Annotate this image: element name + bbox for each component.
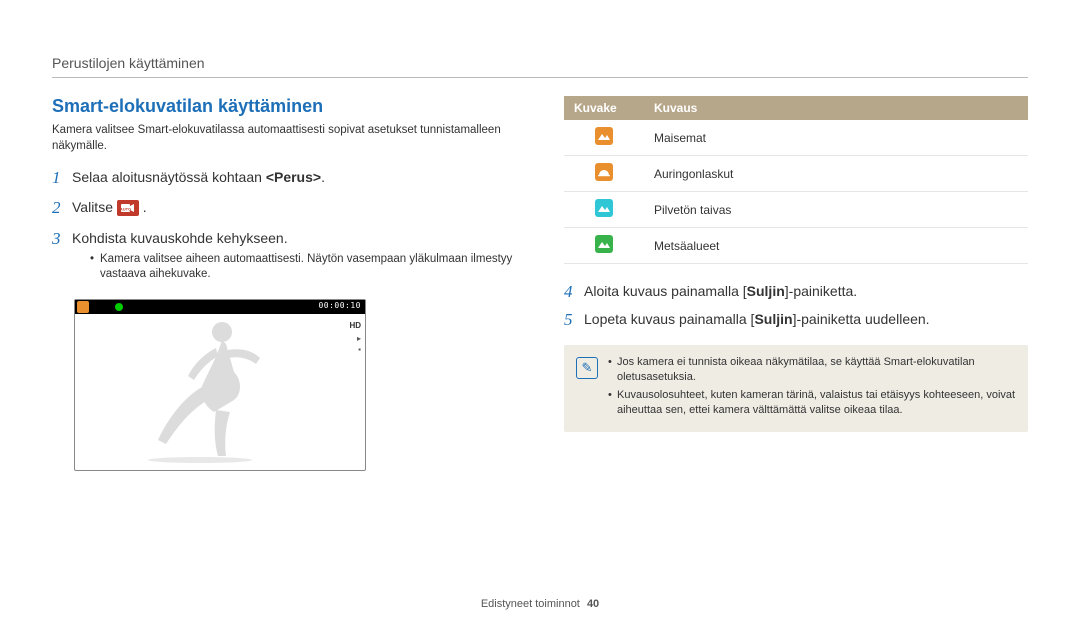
info-icon: ✎	[576, 357, 598, 379]
note-list: Jos kamera ei tunnista oikeaa näkymätila…	[608, 355, 1016, 422]
scene-icon	[77, 301, 89, 313]
sky-icon	[595, 199, 613, 217]
camera-display-preview: 00:00:10 HD ▸ ▪	[74, 299, 366, 471]
sunset-icon	[595, 163, 613, 181]
step-text: Selaa aloitusnäytössä kohtaan <Perus>.	[72, 168, 325, 187]
page-number: 40	[587, 598, 599, 610]
step-number: 2	[52, 198, 72, 218]
step-5: 5 Lopeta kuvaus painamalla [Suljin]-pain…	[564, 310, 1028, 330]
step-number: 5	[564, 310, 584, 330]
icon-table: Kuvake Kuvaus Maisemat Auringonlaskut	[564, 96, 1028, 264]
step-number: 4	[564, 282, 584, 302]
page-title: Smart-elokuvatilan käyttäminen	[52, 96, 516, 117]
forest-icon	[595, 235, 613, 253]
table-row: Maisemat	[564, 120, 1028, 156]
display-right-info: HD ▸ ▪	[349, 320, 361, 356]
row-label: Pilvetön taivas	[644, 192, 1028, 228]
steps-right: 4 Aloita kuvaus painamalla [Suljin]-pain…	[564, 282, 1028, 331]
sub-item: Kamera valitsee aiheen automaattisesti. …	[90, 252, 516, 283]
rec-time: 00:00:10	[318, 301, 361, 310]
step-text: Kohdista kuvauskohde kehykseen. Kamera v…	[72, 229, 516, 285]
step-3: 3 Kohdista kuvauskohde kehykseen. Kamera…	[52, 229, 516, 285]
steps-left: 1 Selaa aloitusnäytössä kohtaan <Perus>.…	[52, 168, 516, 285]
content-columns: Smart-elokuvatilan käyttäminen Kamera va…	[52, 96, 1028, 471]
display-top-bar: 00:00:10	[75, 300, 365, 314]
row-label: Auringonlaskut	[644, 156, 1028, 192]
right-column: Kuvake Kuvaus Maisemat Auringonlaskut	[564, 96, 1028, 471]
page-footer: Edistyneet toiminnot 40	[0, 598, 1080, 610]
svg-text:AUTO: AUTO	[121, 207, 131, 212]
row-label: Maisemat	[644, 120, 1028, 156]
table-header-row: Kuvake Kuvaus	[564, 96, 1028, 120]
small-indicator-icon: ▸	[349, 333, 361, 344]
th-desc: Kuvaus	[644, 96, 1028, 120]
step-2: 2 Valitse AUTO .	[52, 198, 516, 218]
step-sublist: Kamera valitsee aiheen automaattisesti. …	[72, 252, 516, 283]
table-row: Pilvetön taivas	[564, 192, 1028, 228]
left-column: Smart-elokuvatilan käyttäminen Kamera va…	[52, 96, 516, 471]
rec-dot-icon	[115, 303, 123, 311]
note-item: Kuvausolosuhteet, kuten kameran tärinä, …	[608, 388, 1016, 418]
note-box: ✎ Jos kamera ei tunnista oikeaa näkymäti…	[564, 345, 1028, 432]
step-number: 3	[52, 229, 72, 249]
step-text: Valitse AUTO .	[72, 198, 147, 217]
skater-figure-icon	[130, 314, 290, 464]
step-text: Lopeta kuvaus painamalla [Suljin]-painik…	[584, 310, 930, 329]
divider	[52, 77, 1028, 78]
row-label: Metsäalueet	[644, 228, 1028, 264]
footer-label: Edistyneet toiminnot	[481, 598, 580, 610]
breadcrumb: Perustilojen käyttäminen	[52, 55, 1028, 71]
th-icon: Kuvake	[564, 96, 644, 120]
manual-page: Perustilojen käyttäminen Smart-elokuvati…	[0, 0, 1080, 630]
step-4: 4 Aloita kuvaus painamalla [Suljin]-pain…	[564, 282, 1028, 302]
step-number: 1	[52, 168, 72, 188]
landscape-icon	[595, 127, 613, 145]
table-row: Auringonlaskut	[564, 156, 1028, 192]
hd-badge: HD	[349, 320, 361, 331]
small-indicator-icon: ▪	[349, 344, 361, 355]
table-row: Metsäalueet	[564, 228, 1028, 264]
intro-text: Kamera valitsee Smart-elokuvatilassa aut…	[52, 123, 516, 154]
step-1: 1 Selaa aloitusnäytössä kohtaan <Perus>.	[52, 168, 516, 188]
note-item: Jos kamera ei tunnista oikeaa näkymätila…	[608, 355, 1016, 385]
smart-movie-mode-icon: AUTO	[117, 200, 139, 216]
step-text: Aloita kuvaus painamalla [Suljin]-painik…	[584, 282, 857, 301]
